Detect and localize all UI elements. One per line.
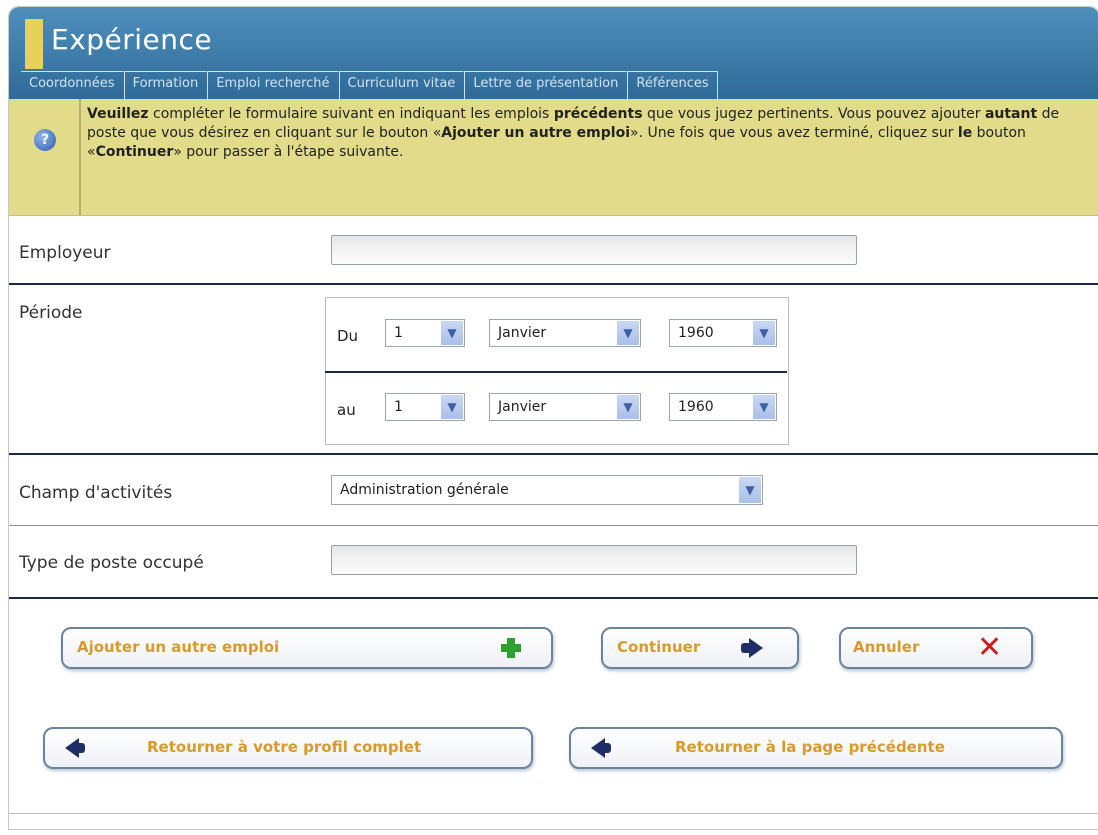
instr-part: Continuer	[95, 144, 174, 160]
instructions-bar: ? Veuillez compléter le formulaire suiva…	[9, 99, 1098, 216]
divider	[9, 283, 1098, 285]
to-month-select[interactable]: Janvier ▼	[489, 393, 641, 421]
from-year-value: 1960	[678, 325, 714, 341]
arrow-left-icon	[75, 743, 85, 753]
info-icon-column: ?	[9, 99, 81, 215]
instr-part: le	[957, 125, 973, 141]
activity-select[interactable]: Administration générale ▼	[331, 475, 763, 505]
instr-part: que vous jugez pertinents. Vous pouvez a…	[642, 106, 985, 122]
add-job-button[interactable]: Ajouter un autre emploi	[61, 627, 553, 669]
bottom-border	[9, 813, 1098, 814]
instructions-text: Veuillez compléter le formulaire suivant…	[87, 105, 1087, 162]
continue-label: Continuer	[617, 638, 701, 656]
instr-part: ». Une fois que vous avez terminé, cliqu…	[630, 125, 958, 141]
back-to-profile-button[interactable]: Retourner à votre profil complet	[43, 727, 533, 769]
to-label: au	[337, 401, 356, 419]
instr-part: compléter le formulaire suivant en indiq…	[148, 106, 554, 122]
from-year-select[interactable]: 1960 ▼	[669, 319, 777, 347]
chevron-down-icon[interactable]: ▼	[753, 395, 775, 419]
instr-part: Ajouter un autre emploi	[441, 125, 630, 141]
divider	[9, 597, 1098, 599]
back-to-previous-button[interactable]: Retourner à la page précédente	[569, 727, 1063, 769]
chevron-down-icon[interactable]: ▼	[441, 395, 463, 419]
experience-panel: Expérience Coordonnées Formation Emploi …	[8, 6, 1098, 830]
tab-emploi-recherche[interactable]: Emploi recherché	[207, 71, 339, 100]
header-accent	[25, 19, 43, 69]
chevron-down-icon[interactable]: ▼	[753, 321, 775, 345]
to-month-value: Janvier	[498, 399, 547, 415]
period-label: Période	[19, 303, 83, 323]
from-month-select[interactable]: Janvier ▼	[489, 319, 641, 347]
arrow-left-icon	[601, 743, 611, 753]
from-day-select[interactable]: 1 ▼	[385, 319, 465, 347]
instr-part: Veuillez	[87, 106, 149, 122]
arrow-right-icon	[749, 638, 763, 658]
instr-part: précédents	[553, 106, 643, 122]
tab-references[interactable]: Références	[627, 71, 718, 100]
header: Expérience Coordonnées Formation Emploi …	[9, 7, 1098, 100]
close-icon: ✕	[977, 630, 1003, 665]
period-divider	[325, 371, 787, 373]
help-icon: ?	[34, 129, 56, 151]
divider	[9, 525, 1098, 526]
back-to-profile-label: Retourner à votre profil complet	[147, 738, 422, 756]
activity-label: Champ d'activités	[19, 483, 173, 503]
employer-input[interactable]	[331, 235, 857, 265]
back-to-previous-label: Retourner à la page précédente	[675, 738, 945, 756]
add-job-label: Ajouter un autre emploi	[77, 638, 280, 656]
position-input[interactable]	[331, 545, 857, 575]
tab-lettre-presentation[interactable]: Lettre de présentation	[464, 71, 628, 100]
continue-button[interactable]: Continuer	[601, 627, 799, 669]
employer-label: Employeur	[19, 243, 111, 263]
cancel-label: Annuler	[853, 638, 920, 656]
chevron-down-icon[interactable]: ▼	[617, 395, 639, 419]
to-year-select[interactable]: 1960 ▼	[669, 393, 777, 421]
from-month-value: Janvier	[498, 325, 547, 341]
tab-formation[interactable]: Formation	[123, 71, 208, 100]
plus-icon	[499, 636, 523, 660]
instr-part: autant	[984, 106, 1038, 122]
chevron-down-icon[interactable]: ▼	[617, 321, 639, 345]
page-title: Expérience	[51, 23, 213, 56]
to-day-value: 1	[394, 399, 403, 415]
divider	[9, 453, 1098, 455]
to-day-select[interactable]: 1 ▼	[385, 393, 465, 421]
activity-value: Administration générale	[340, 482, 509, 498]
tab-coordonnees[interactable]: Coordonnées	[21, 71, 124, 100]
instr-part: » pour passer à l'étape suivante.	[173, 144, 404, 160]
to-year-value: 1960	[678, 399, 714, 415]
from-day-value: 1	[394, 325, 403, 341]
cancel-button[interactable]: Annuler ✕	[839, 627, 1033, 669]
position-label: Type de poste occupé	[19, 553, 204, 573]
tab-curriculum-vitae[interactable]: Curriculum vitae	[338, 71, 465, 100]
tab-bar: Coordonnées Formation Emploi recherché C…	[21, 71, 718, 100]
chevron-down-icon[interactable]: ▼	[441, 321, 463, 345]
chevron-down-icon[interactable]: ▼	[739, 477, 761, 503]
from-label: Du	[337, 327, 359, 345]
